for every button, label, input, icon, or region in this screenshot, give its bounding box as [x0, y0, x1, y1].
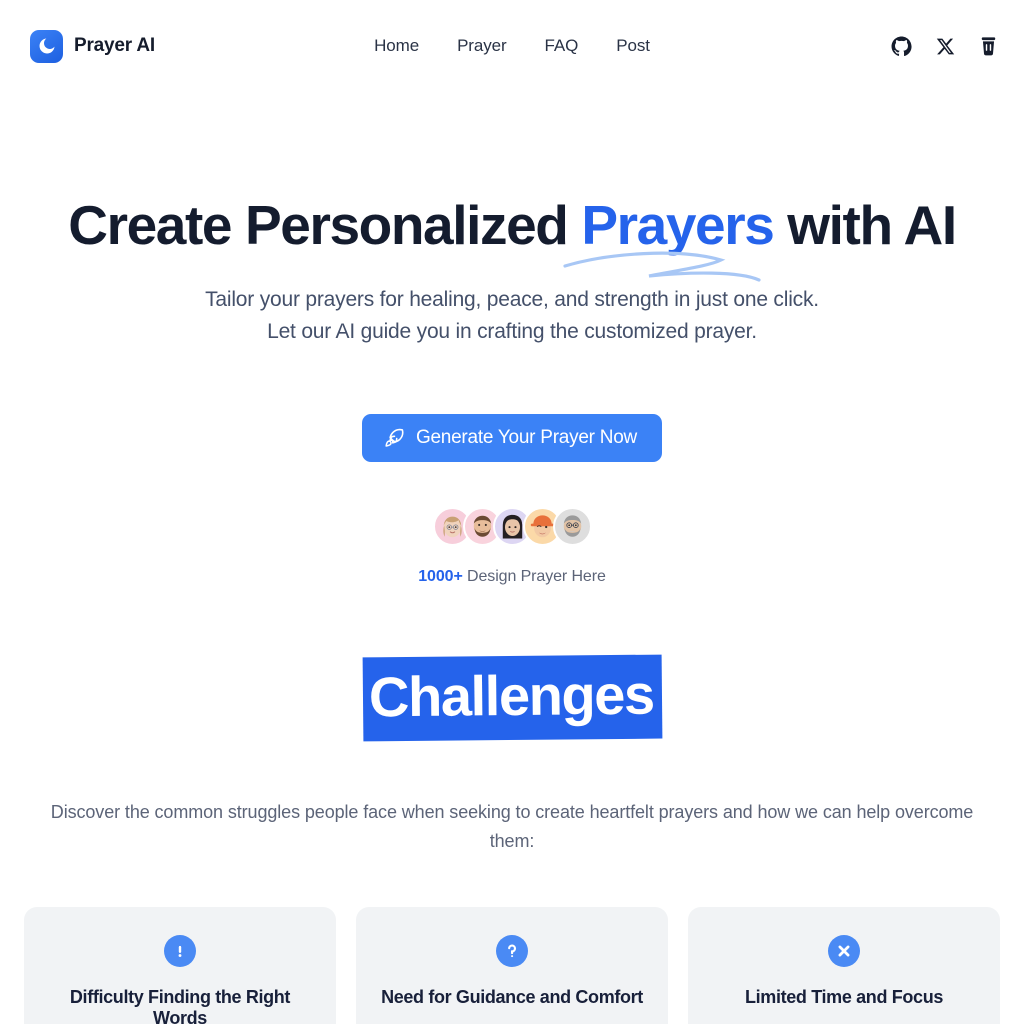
generate-prayer-button-label: Generate Your Prayer Now — [415, 427, 638, 449]
challenge-card-title: Limited Time and Focus — [745, 986, 943, 1007]
crescent-moon-icon — [30, 29, 63, 63]
user-count: 1000+ — [418, 568, 463, 586]
social-proof-text: 1000+ Design Prayer Here — [0, 568, 1024, 586]
hero-title-highlight-text: Prayers — [581, 194, 774, 256]
brand-name: Prayer AI — [74, 35, 155, 56]
hero-section: Create Personalized Prayers with AI Tail… — [0, 92, 1024, 586]
question-circle-icon — [496, 934, 528, 967]
hero-subtitle-line1: Tailor your prayers for healing, peace, … — [205, 288, 819, 312]
hero-title-part1: Create Personalized — [68, 194, 582, 256]
challenges-description: Discover the common struggles people fac… — [50, 802, 974, 851]
hero-subtitle: Tailor your prayers for healing, peace, … — [0, 284, 1024, 348]
x-circle-icon — [828, 934, 860, 967]
site-header: Prayer AI Home Prayer FAQ Post — [0, 0, 1024, 92]
challenge-card[interactable]: Limited Time and Focus Life's demands ca… — [688, 906, 1000, 1024]
hero-title-highlight: Prayers — [563, 194, 775, 282]
github-icon[interactable] — [891, 35, 912, 57]
challenges-section-header: Challenges — [0, 654, 1024, 742]
rocket-icon — [384, 428, 405, 449]
social-proof-label: Design Prayer Here — [462, 568, 606, 586]
section-title: Challenges — [362, 654, 662, 742]
page-title: Create Personalized Prayers with AI — [68, 194, 957, 282]
brand-logo[interactable]: Prayer AI — [30, 29, 155, 63]
challenge-card-title: Difficulty Finding the Right Words — [69, 986, 291, 1024]
nav-item-post[interactable]: Post — [616, 36, 650, 56]
challenge-cards: Difficulty Finding the Right Words When … — [0, 906, 1024, 1024]
hero-subtitle-line2: Let our AI guide you in crafting the cus… — [267, 320, 757, 344]
cta-container: Generate Your Prayer Now — [0, 414, 1024, 463]
avatar — [552, 507, 592, 547]
coffee-cup-icon[interactable] — [979, 36, 998, 57]
x-twitter-icon[interactable] — [936, 37, 955, 56]
challenge-card[interactable]: Need for Guidance and Comfort Sometimes,… — [356, 906, 668, 1024]
hero-title-part2: with AI — [773, 194, 957, 256]
main-nav: Home Prayer FAQ Post — [374, 36, 650, 56]
generate-prayer-button[interactable]: Generate Your Prayer Now — [361, 414, 663, 463]
nav-item-prayer[interactable]: Prayer — [457, 36, 507, 56]
social-links — [891, 35, 998, 57]
challenge-card[interactable]: Difficulty Finding the Right Words When … — [24, 906, 336, 1024]
nav-item-faq[interactable]: FAQ — [545, 36, 579, 56]
challenge-card-title: Need for Guidance and Comfort — [381, 986, 643, 1007]
nav-item-home[interactable]: Home — [374, 36, 419, 56]
avatar-group — [0, 507, 1024, 547]
exclamation-circle-icon — [164, 934, 196, 967]
